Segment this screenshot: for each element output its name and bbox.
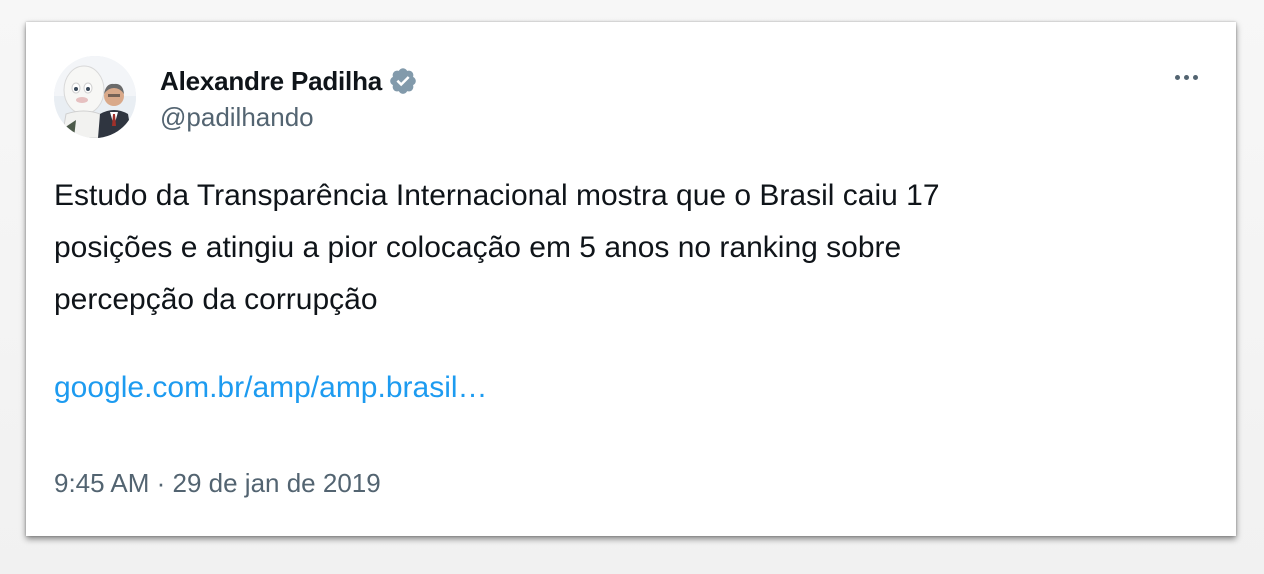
tweet-text: Estudo da Transparência Internacional mo… — [54, 179, 940, 316]
tweet-timestamp[interactable]: 9:45 AM · 29 de jan de 2019 — [54, 468, 381, 499]
tweet-card: Alexandre Padilha @padilhando Estudo da … — [26, 22, 1236, 536]
tweet-time: 9:45 AM — [54, 468, 150, 498]
tweet-date: 29 de jan de 2019 — [172, 468, 381, 498]
more-horizontal-icon — [1192, 74, 1198, 80]
screenshot-canvas: Alexandre Padilha @padilhando Estudo da … — [0, 0, 1264, 574]
author-name[interactable]: Alexandre Padilha — [160, 66, 382, 97]
author-name-row: Alexandre Padilha — [160, 64, 418, 98]
more-horizontal-icon — [1174, 74, 1180, 80]
more-options-button[interactable] — [1166, 62, 1206, 92]
more-horizontal-icon — [1183, 74, 1189, 80]
avatar[interactable] — [54, 56, 136, 138]
meta-separator: · — [149, 468, 173, 498]
verified-badge-icon — [388, 66, 418, 96]
avatar-image — [54, 56, 136, 138]
tweet-link[interactable]: google.com.br/amp/amp.brasil… — [54, 362, 488, 414]
author-handle[interactable]: @padilhando — [160, 102, 314, 133]
